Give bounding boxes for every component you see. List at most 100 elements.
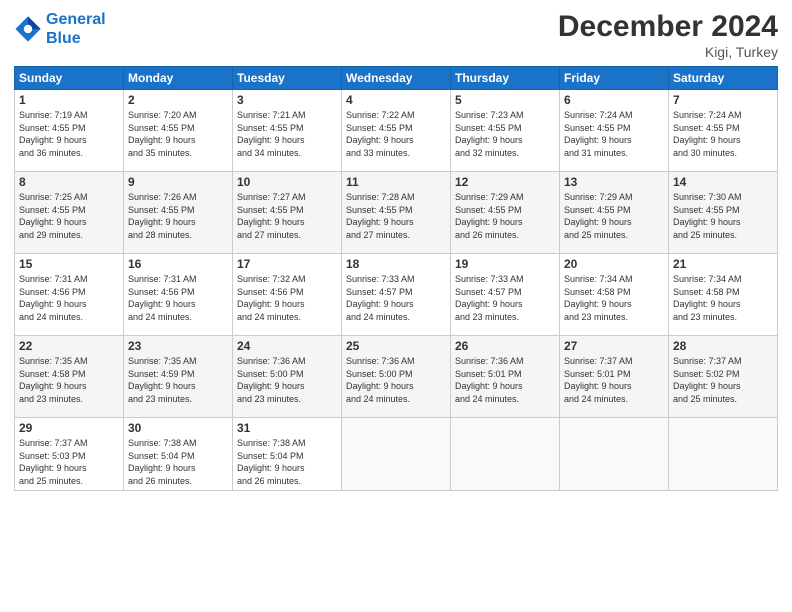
day-cell: 28 Sunrise: 7:37 AMSunset: 5:02 PMDaylig… [669,336,778,418]
day-number: 25 [346,339,446,353]
day-cell: 19 Sunrise: 7:33 AMSunset: 4:57 PMDaylig… [451,254,560,336]
day-info: Sunrise: 7:20 AMSunset: 4:55 PMDaylight:… [128,110,197,158]
day-info: Sunrise: 7:35 AMSunset: 4:59 PMDaylight:… [128,356,197,404]
day-number: 8 [19,175,119,189]
day-info: Sunrise: 7:23 AMSunset: 4:55 PMDaylight:… [455,110,524,158]
logo: General Blue [14,10,106,48]
page: General Blue December 2024 Kigi, Turkey … [0,0,792,612]
day-cell: 22 Sunrise: 7:35 AMSunset: 4:58 PMDaylig… [15,336,124,418]
day-number: 7 [673,93,773,107]
day-cell: 30 Sunrise: 7:38 AMSunset: 5:04 PMDaylig… [124,418,233,491]
day-info: Sunrise: 7:24 AMSunset: 4:55 PMDaylight:… [564,110,633,158]
day-number: 28 [673,339,773,353]
day-cell: 11 Sunrise: 7:28 AMSunset: 4:55 PMDaylig… [342,172,451,254]
day-cell: 15 Sunrise: 7:31 AMSunset: 4:56 PMDaylig… [15,254,124,336]
day-cell: 4 Sunrise: 7:22 AMSunset: 4:55 PMDayligh… [342,90,451,172]
day-cell: 17 Sunrise: 7:32 AMSunset: 4:56 PMDaylig… [233,254,342,336]
day-number: 2 [128,93,228,107]
day-cell [451,418,560,491]
day-cell [669,418,778,491]
week-row-5: 29 Sunrise: 7:37 AMSunset: 5:03 PMDaylig… [15,418,778,491]
day-info: Sunrise: 7:34 AMSunset: 4:58 PMDaylight:… [673,274,742,322]
day-number: 22 [19,339,119,353]
day-cell [342,418,451,491]
day-cell: 29 Sunrise: 7:37 AMSunset: 5:03 PMDaylig… [15,418,124,491]
weekday-header-thursday: Thursday [451,67,560,90]
day-info: Sunrise: 7:28 AMSunset: 4:55 PMDaylight:… [346,192,415,240]
day-info: Sunrise: 7:37 AMSunset: 5:01 PMDaylight:… [564,356,633,404]
day-info: Sunrise: 7:25 AMSunset: 4:55 PMDaylight:… [19,192,88,240]
day-cell: 24 Sunrise: 7:36 AMSunset: 5:00 PMDaylig… [233,336,342,418]
logo-text: General Blue [46,10,106,48]
day-number: 14 [673,175,773,189]
day-cell: 21 Sunrise: 7:34 AMSunset: 4:58 PMDaylig… [669,254,778,336]
weekday-header-saturday: Saturday [669,67,778,90]
day-cell: 31 Sunrise: 7:38 AMSunset: 5:04 PMDaylig… [233,418,342,491]
weekday-header-row: SundayMondayTuesdayWednesdayThursdayFrid… [15,67,778,90]
day-info: Sunrise: 7:32 AMSunset: 4:56 PMDaylight:… [237,274,306,322]
day-number: 13 [564,175,664,189]
day-number: 5 [455,93,555,107]
day-number: 18 [346,257,446,271]
day-cell: 10 Sunrise: 7:27 AMSunset: 4:55 PMDaylig… [233,172,342,254]
day-cell: 26 Sunrise: 7:36 AMSunset: 5:01 PMDaylig… [451,336,560,418]
day-cell: 9 Sunrise: 7:26 AMSunset: 4:55 PMDayligh… [124,172,233,254]
weekday-header-wednesday: Wednesday [342,67,451,90]
day-info: Sunrise: 7:22 AMSunset: 4:55 PMDaylight:… [346,110,415,158]
day-cell: 25 Sunrise: 7:36 AMSunset: 5:00 PMDaylig… [342,336,451,418]
day-info: Sunrise: 7:21 AMSunset: 4:55 PMDaylight:… [237,110,306,158]
day-cell: 12 Sunrise: 7:29 AMSunset: 4:55 PMDaylig… [451,172,560,254]
day-cell: 20 Sunrise: 7:34 AMSunset: 4:58 PMDaylig… [560,254,669,336]
month-title: December 2024 [558,10,778,44]
day-cell: 7 Sunrise: 7:24 AMSunset: 4:55 PMDayligh… [669,90,778,172]
day-cell: 23 Sunrise: 7:35 AMSunset: 4:59 PMDaylig… [124,336,233,418]
day-number: 21 [673,257,773,271]
day-info: Sunrise: 7:36 AMSunset: 5:00 PMDaylight:… [346,356,415,404]
logo-icon [14,15,42,43]
day-number: 1 [19,93,119,107]
day-number: 11 [346,175,446,189]
day-number: 10 [237,175,337,189]
week-row-2: 8 Sunrise: 7:25 AMSunset: 4:55 PMDayligh… [15,172,778,254]
day-info: Sunrise: 7:38 AMSunset: 5:04 PMDaylight:… [237,438,306,486]
day-number: 9 [128,175,228,189]
day-number: 31 [237,421,337,435]
header: General Blue December 2024 Kigi, Turkey [14,10,778,60]
title-block: December 2024 Kigi, Turkey [558,10,778,60]
day-info: Sunrise: 7:37 AMSunset: 5:02 PMDaylight:… [673,356,742,404]
day-info: Sunrise: 7:29 AMSunset: 4:55 PMDaylight:… [564,192,633,240]
day-info: Sunrise: 7:35 AMSunset: 4:58 PMDaylight:… [19,356,88,404]
day-cell: 5 Sunrise: 7:23 AMSunset: 4:55 PMDayligh… [451,90,560,172]
week-row-4: 22 Sunrise: 7:35 AMSunset: 4:58 PMDaylig… [15,336,778,418]
day-number: 6 [564,93,664,107]
day-info: Sunrise: 7:27 AMSunset: 4:55 PMDaylight:… [237,192,306,240]
day-number: 29 [19,421,119,435]
day-info: Sunrise: 7:24 AMSunset: 4:55 PMDaylight:… [673,110,742,158]
day-cell: 16 Sunrise: 7:31 AMSunset: 4:56 PMDaylig… [124,254,233,336]
day-cell: 27 Sunrise: 7:37 AMSunset: 5:01 PMDaylig… [560,336,669,418]
week-row-3: 15 Sunrise: 7:31 AMSunset: 4:56 PMDaylig… [15,254,778,336]
day-cell: 13 Sunrise: 7:29 AMSunset: 4:55 PMDaylig… [560,172,669,254]
calendar-table: SundayMondayTuesdayWednesdayThursdayFrid… [14,66,778,491]
weekday-header-monday: Monday [124,67,233,90]
weekday-header-tuesday: Tuesday [233,67,342,90]
day-number: 23 [128,339,228,353]
day-number: 27 [564,339,664,353]
day-number: 30 [128,421,228,435]
day-cell: 8 Sunrise: 7:25 AMSunset: 4:55 PMDayligh… [15,172,124,254]
day-info: Sunrise: 7:36 AMSunset: 5:01 PMDaylight:… [455,356,524,404]
day-number: 16 [128,257,228,271]
day-cell: 14 Sunrise: 7:30 AMSunset: 4:55 PMDaylig… [669,172,778,254]
day-info: Sunrise: 7:29 AMSunset: 4:55 PMDaylight:… [455,192,524,240]
week-row-1: 1 Sunrise: 7:19 AMSunset: 4:55 PMDayligh… [15,90,778,172]
day-number: 4 [346,93,446,107]
day-info: Sunrise: 7:33 AMSunset: 4:57 PMDaylight:… [455,274,524,322]
day-number: 3 [237,93,337,107]
day-info: Sunrise: 7:31 AMSunset: 4:56 PMDaylight:… [19,274,88,322]
day-info: Sunrise: 7:34 AMSunset: 4:58 PMDaylight:… [564,274,633,322]
day-cell: 18 Sunrise: 7:33 AMSunset: 4:57 PMDaylig… [342,254,451,336]
day-number: 15 [19,257,119,271]
day-info: Sunrise: 7:38 AMSunset: 5:04 PMDaylight:… [128,438,197,486]
day-info: Sunrise: 7:26 AMSunset: 4:55 PMDaylight:… [128,192,197,240]
day-cell: 6 Sunrise: 7:24 AMSunset: 4:55 PMDayligh… [560,90,669,172]
